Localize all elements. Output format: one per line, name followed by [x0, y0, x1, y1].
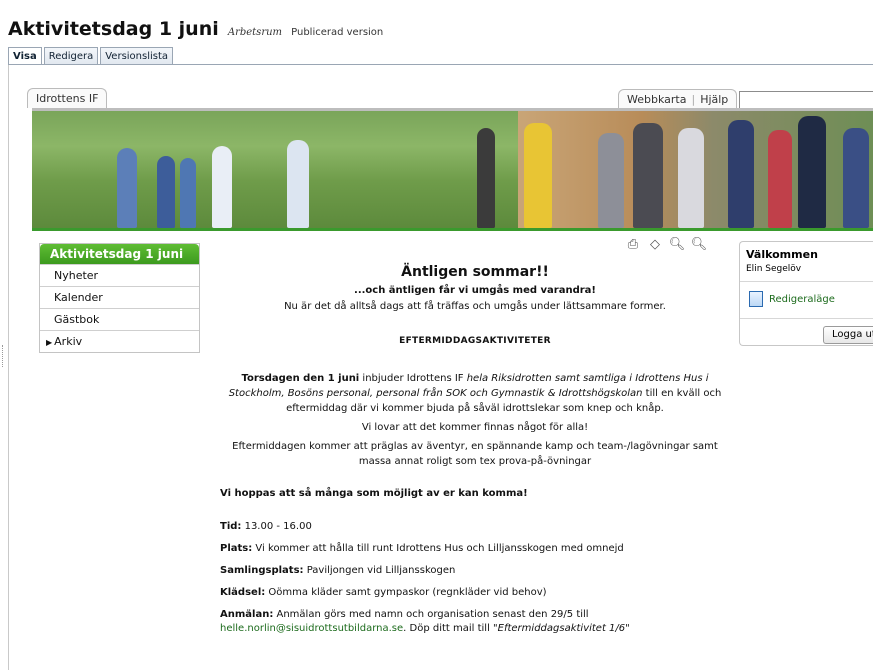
banner-border — [32, 228, 873, 231]
banner-figure — [477, 128, 495, 228]
splitter-handle[interactable] — [2, 345, 6, 367]
mail-subject: "Eftermiddagsaktivitet 1/6" — [493, 623, 630, 634]
banner-figure — [728, 120, 754, 228]
detail-value: Paviljongen vid Lilljansskogen — [303, 565, 456, 576]
main-content: Äntligen sommar!! ...och äntligen får vi… — [220, 258, 730, 636]
banner-figure — [768, 130, 792, 228]
invitation-paragraph: Torsdagen den 1 juni inbjuder Idrottens … — [220, 371, 730, 416]
signup-email-link[interactable]: helle.norlin@sisuidrottsutbildarna.se — [220, 623, 403, 634]
detail-gathering: Samlingsplats: Paviljongen vid Lilljanss… — [220, 564, 730, 578]
banner-photo-field — [32, 111, 518, 228]
nav-item-arkiv[interactable]: ▶ Arkiv — [40, 330, 199, 352]
invite-date: Torsdagen den 1 juni — [241, 373, 360, 384]
page-tools: ⎙ ◇ 🔍︎ 🔍︎ — [625, 236, 707, 252]
welcome-title: Välkommen — [746, 248, 818, 261]
edit-mode-link[interactable]: Redigeraläge — [749, 291, 873, 307]
banner-figure — [212, 146, 232, 228]
nav-item-label: Arkiv — [54, 335, 83, 348]
page-title: Aktivitetsdag 1 juni — [8, 18, 219, 40]
left-nav: Aktivitetsdag 1 juni Nyheter Kalender Gä… — [39, 243, 200, 353]
expand-arrow-icon: ▶ — [46, 338, 53, 347]
banner-photo-group — [518, 111, 873, 228]
welcome-user: Elin Segelöv — [746, 264, 802, 274]
detail-value: 13.00 - 16.00 — [241, 521, 312, 532]
help-link[interactable]: Hjälp — [700, 93, 728, 106]
tag-icon[interactable]: ◇ — [647, 236, 663, 252]
detail-value: . Döp ditt mail till — [403, 623, 494, 634]
afternoon-paragraph: Eftermiddagen kommer att präglas av även… — [232, 441, 718, 467]
nav-item-gastbok[interactable]: Gästbok — [40, 308, 199, 330]
divider — [740, 318, 873, 319]
zoom-out-icon[interactable]: 🔍︎ — [691, 236, 708, 252]
nav-item-kalender[interactable]: Kalender — [40, 286, 199, 308]
sitemap-link[interactable]: Webbkarta — [627, 93, 686, 106]
detail-label: Samlingsplats: — [220, 565, 304, 576]
banner-figure — [117, 148, 137, 228]
site-tools: Webbkarta | Hjälp — [618, 88, 873, 109]
site-links: Webbkarta | Hjälp — [618, 88, 738, 109]
event-details: Tid: 13.00 - 16.00 Plats: Vi kommer att … — [220, 520, 730, 636]
article-intro: Nu är det då alltså dags att få träffas … — [284, 301, 666, 312]
detail-value: Vi kommer att hålla till runt Idrottens … — [252, 543, 624, 554]
edit-document-icon — [749, 291, 763, 307]
workspace-label: Arbetsrum — [227, 27, 283, 38]
detail-place: Plats: Vi kommer att hålla till runt Idr… — [220, 542, 730, 556]
promise-paragraph: Vi lovar att det kommer finnas något för… — [361, 422, 589, 433]
hope-heading: Vi hoppas att så många som möjligt av er… — [220, 488, 528, 499]
divider — [740, 281, 873, 282]
edit-mode-label: Redigeraläge — [769, 293, 835, 305]
section-heading: EFTERMIDDAGSAKTIVITETER — [399, 336, 551, 346]
banner-figure — [798, 116, 826, 228]
nav-item-nyheter[interactable]: Nyheter — [40, 264, 199, 286]
detail-label: Plats: — [220, 543, 253, 554]
banner-figure — [598, 133, 624, 228]
nav-heading[interactable]: Aktivitetsdag 1 juni — [40, 244, 199, 264]
detail-value: Oömma kläder samt gympaskor (regnkläder … — [265, 587, 547, 598]
version-status: Publicerad version — [291, 27, 384, 38]
site-org-tab[interactable]: Idrottens IF — [27, 88, 108, 108]
zoom-in-icon[interactable]: 🔍︎ — [669, 236, 686, 252]
detail-label: Anmälan: — [220, 609, 274, 620]
article-title: Äntligen sommar!! — [401, 264, 549, 280]
site-search-input[interactable] — [739, 91, 873, 109]
article-subtitle: ...och äntligen får vi umgås med varandr… — [354, 285, 596, 296]
editor-header: Aktivitetsdag 1 juni Arbetsrum Publicera… — [0, 0, 873, 70]
banner-figure — [678, 128, 704, 228]
invite-text: inbjuder Idrottens IF — [359, 373, 467, 384]
link-separator: | — [691, 92, 696, 106]
detail-value: Anmälan görs med namn och organisation s… — [273, 609, 589, 620]
detail-label: Tid: — [220, 521, 242, 532]
banner-figure — [524, 123, 552, 228]
detail-signup: Anmälan: Anmälan görs med namn och organ… — [220, 608, 730, 636]
banner-figure — [287, 140, 309, 228]
detail-dress: Klädsel: Oömma kläder samt gympaskor (re… — [220, 586, 730, 600]
banner-figure — [633, 123, 663, 228]
banner-figure — [180, 158, 196, 228]
page-title-row: Aktivitetsdag 1 juni Arbetsrum Publicera… — [8, 18, 383, 40]
print-icon[interactable]: ⎙ — [625, 236, 641, 252]
banner-figure — [157, 156, 175, 228]
detail-label: Klädsel: — [220, 587, 266, 598]
banner-figure — [843, 128, 869, 228]
banner-image — [32, 111, 873, 228]
detail-time: Tid: 13.00 - 16.00 — [220, 520, 730, 534]
logout-button[interactable]: Logga ut — [823, 326, 873, 344]
welcome-box: Välkommen Elin Segelöv Redigeraläge Logg… — [739, 241, 873, 346]
